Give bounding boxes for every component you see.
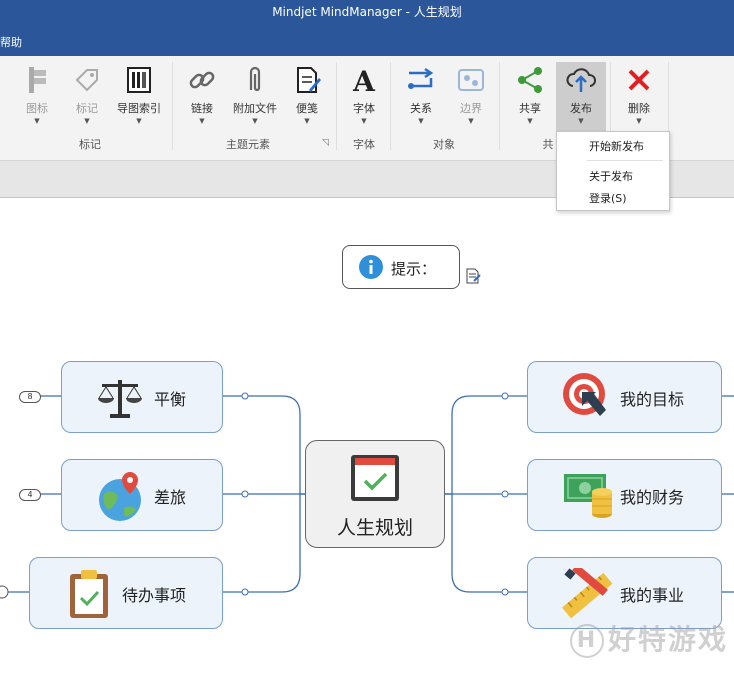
menu-item-about-publish[interactable]: 关于发布 [589, 168, 633, 184]
collapsed-count-badge[interactable]: 4 [19, 489, 41, 501]
calendar-check-icon [351, 455, 399, 501]
publish-dropdown: 开始新发布 关于发布 登录(S) [556, 131, 670, 211]
topic-text: 差旅 [154, 488, 187, 507]
note-button-label: 便笺 [296, 102, 318, 115]
topic-text: 我的事业 [620, 586, 685, 605]
globe-pin-icon [99, 472, 141, 521]
chevron-down-icon: ▼ [304, 117, 310, 125]
info-icon [359, 255, 383, 279]
callout-topic[interactable]: 提示： [342, 245, 460, 289]
map-canvas[interactable]: 提示： 人生规划 平衡 差旅 待办事项 我的目标 我的财务 我的事业 8 4 H… [0, 198, 734, 673]
group-font: 字体 [353, 138, 375, 151]
menu-item-start-publish[interactable]: 开始新发布 [589, 138, 644, 154]
dialog-launcher-icon[interactable]: ◹ [322, 138, 329, 148]
icon-button[interactable]: 图标 ▼ [12, 62, 62, 125]
paperclip-icon [249, 66, 261, 92]
close-icon [628, 69, 650, 91]
attach-file-label: 附加文件 [233, 102, 277, 115]
menu-bar: 帮助 [0, 26, 734, 56]
relationship-button[interactable]: 关系 ▼ [396, 62, 446, 125]
group-divider [390, 62, 391, 150]
boundary-button[interactable]: 边界 ▼ [446, 62, 496, 125]
chevron-down-icon: ▼ [527, 117, 533, 125]
clipboard-check-icon [70, 570, 108, 618]
topic-todo[interactable]: 待办事项 [29, 557, 223, 629]
icon-button-label: 图标 [26, 102, 48, 115]
group-divider [336, 62, 337, 150]
topic-goals[interactable]: 我的目标 [527, 361, 722, 433]
note-icon [297, 67, 321, 93]
attach-file-button[interactable]: 附加文件 ▼ [228, 62, 282, 125]
share-button[interactable]: 共享 ▼ [505, 62, 555, 125]
note-button[interactable]: 便笺 ▼ [282, 62, 332, 125]
group-divider [499, 62, 500, 150]
map-index-label: 导图索引 [117, 102, 161, 115]
watermark-text: 好特游戏 [608, 623, 729, 656]
relationship-icon [408, 67, 434, 89]
group-share: 共 [542, 138, 554, 151]
font-button[interactable]: A 字体 ▼ [339, 62, 389, 125]
watermark-h-icon: H [570, 624, 604, 658]
watermark-logo: H 好特游戏 [570, 618, 728, 658]
group-divider [172, 62, 173, 150]
ruler-pencil-icon [562, 568, 613, 619]
menu-item-login[interactable]: 登录(S) [589, 190, 627, 206]
topic-text: 我的财务 [620, 488, 685, 507]
chevron-down-icon: ▼ [636, 117, 642, 125]
delete-button[interactable]: 删除 ▼ [614, 62, 664, 125]
title-bar: Mindjet MindManager - 人生规划 [0, 0, 734, 26]
svg-text:A: A [352, 65, 376, 96]
chevron-down-icon: ▼ [84, 117, 90, 125]
chevron-down-icon: ▼ [136, 117, 142, 125]
link-icon [189, 71, 215, 89]
icon-marker-icon [29, 67, 46, 93]
map-index-button[interactable]: 导图索引 ▼ [112, 62, 166, 125]
tag-button-label: 标记 [76, 102, 98, 115]
central-topic[interactable]: 人生规划 [305, 440, 445, 548]
window-title: Mindjet MindManager - 人生规划 [272, 5, 462, 19]
money-icon [564, 474, 612, 518]
boundary-label: 边界 [460, 102, 482, 115]
topic-finance[interactable]: 我的财务 [527, 459, 722, 531]
link-button-label: 链接 [191, 102, 213, 115]
chevron-down-icon: ▼ [468, 117, 474, 125]
topic-text: 我的目标 [620, 390, 685, 409]
chevron-down-icon: ▼ [199, 117, 205, 125]
share-label: 共享 [519, 102, 541, 115]
boundary-icon [458, 69, 484, 91]
font-button-label: 字体 [353, 102, 375, 115]
target-icon [563, 373, 606, 416]
chevron-down-icon: ▼ [578, 117, 584, 125]
font-icon: A [352, 65, 376, 96]
chevron-down-icon: ▼ [418, 117, 424, 125]
map-index-icon [127, 67, 151, 93]
topic-text: 待办事项 [122, 586, 187, 605]
tag-icon [75, 69, 98, 92]
scale-icon [98, 380, 142, 418]
note-indicator-icon[interactable] [465, 268, 481, 284]
relationship-label: 关系 [410, 102, 432, 115]
cloud-upload-icon [566, 68, 596, 92]
chevron-down-icon: ▼ [361, 117, 367, 125]
publish-label: 发布 [570, 102, 592, 115]
share-icon [518, 67, 542, 93]
menu-divider [587, 160, 663, 161]
delete-label: 删除 [628, 102, 650, 115]
callout-text: 提示： [391, 260, 437, 278]
chevron-down-icon: ▼ [34, 117, 40, 125]
chevron-down-icon: ▼ [252, 117, 258, 125]
publish-button[interactable]: 发布 ▼ [556, 62, 606, 132]
menu-help[interactable]: 帮助 [0, 34, 22, 50]
link-button[interactable]: 链接 ▼ [177, 62, 227, 125]
group-markers: 标记 [79, 138, 101, 151]
central-topic-text: 人生规划 [336, 517, 413, 539]
collapsed-count-badge[interactable]: 8 [19, 391, 41, 403]
group-objects: 对象 [433, 138, 455, 151]
group-topic-elements: 主题元素 [226, 138, 270, 151]
tag-button[interactable]: 标记 ▼ [62, 62, 112, 125]
topic-balance[interactable]: 平衡 [61, 361, 223, 433]
topic-text: 平衡 [154, 390, 187, 409]
topic-travel[interactable]: 差旅 [61, 459, 223, 531]
